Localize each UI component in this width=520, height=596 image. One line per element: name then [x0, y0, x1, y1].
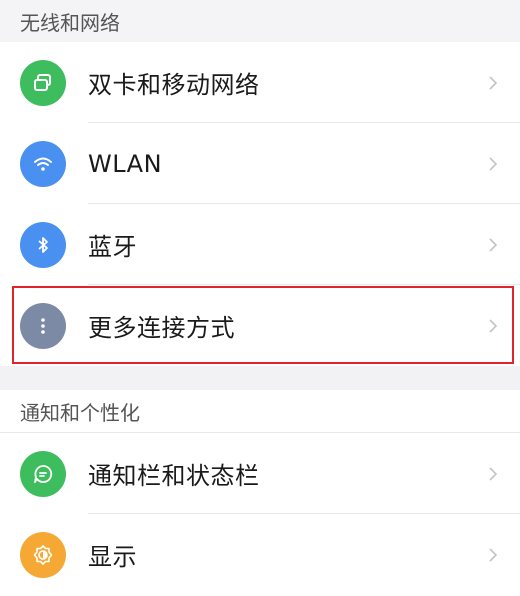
- settings-item-dual-sim[interactable]: 双卡和移动网络: [0, 42, 520, 123]
- settings-item-more-connections[interactable]: 更多连接方式: [0, 285, 520, 366]
- settings-list: 无线和网络 双卡和移动网络 WLAN 蓝牙 更多连接方式 通知和个性化 通知栏和…: [0, 0, 520, 595]
- section-title: 通知和个性化: [20, 400, 140, 425]
- settings-item-label: 通知栏和状态栏: [88, 462, 260, 490]
- chevron-right-icon: [489, 318, 498, 333]
- chevron-right-icon: [489, 237, 498, 252]
- chevron-right-icon: [489, 75, 498, 90]
- chevron-right-icon: [489, 466, 498, 481]
- settings-item-display[interactable]: 显示: [0, 514, 520, 595]
- settings-item-label: WLAN: [88, 149, 163, 178]
- settings-item-label: 显示: [88, 543, 137, 571]
- section-header-notifications: 通知和个性化: [0, 390, 520, 432]
- section-gap: [0, 366, 520, 390]
- chevron-right-icon: [489, 547, 498, 562]
- more-dots-icon: [20, 302, 66, 349]
- wifi-icon: [20, 140, 66, 187]
- settings-item-wlan[interactable]: WLAN: [0, 123, 520, 204]
- chevron-right-icon: [489, 156, 498, 171]
- brightness-icon: [20, 531, 66, 578]
- settings-item-label: 双卡和移动网络: [88, 71, 260, 99]
- settings-item-bluetooth[interactable]: 蓝牙: [0, 204, 520, 285]
- settings-item-label: 更多连接方式: [88, 314, 235, 342]
- sim-cards-icon: [20, 59, 66, 106]
- section-header-wireless: 无线和网络: [0, 0, 520, 42]
- settings-item-notification-bar[interactable]: 通知栏和状态栏: [0, 432, 520, 514]
- message-bubble-icon: [20, 450, 66, 497]
- bluetooth-icon: [20, 221, 66, 268]
- section-title: 无线和网络: [20, 10, 120, 35]
- settings-item-label: 蓝牙: [88, 233, 137, 261]
